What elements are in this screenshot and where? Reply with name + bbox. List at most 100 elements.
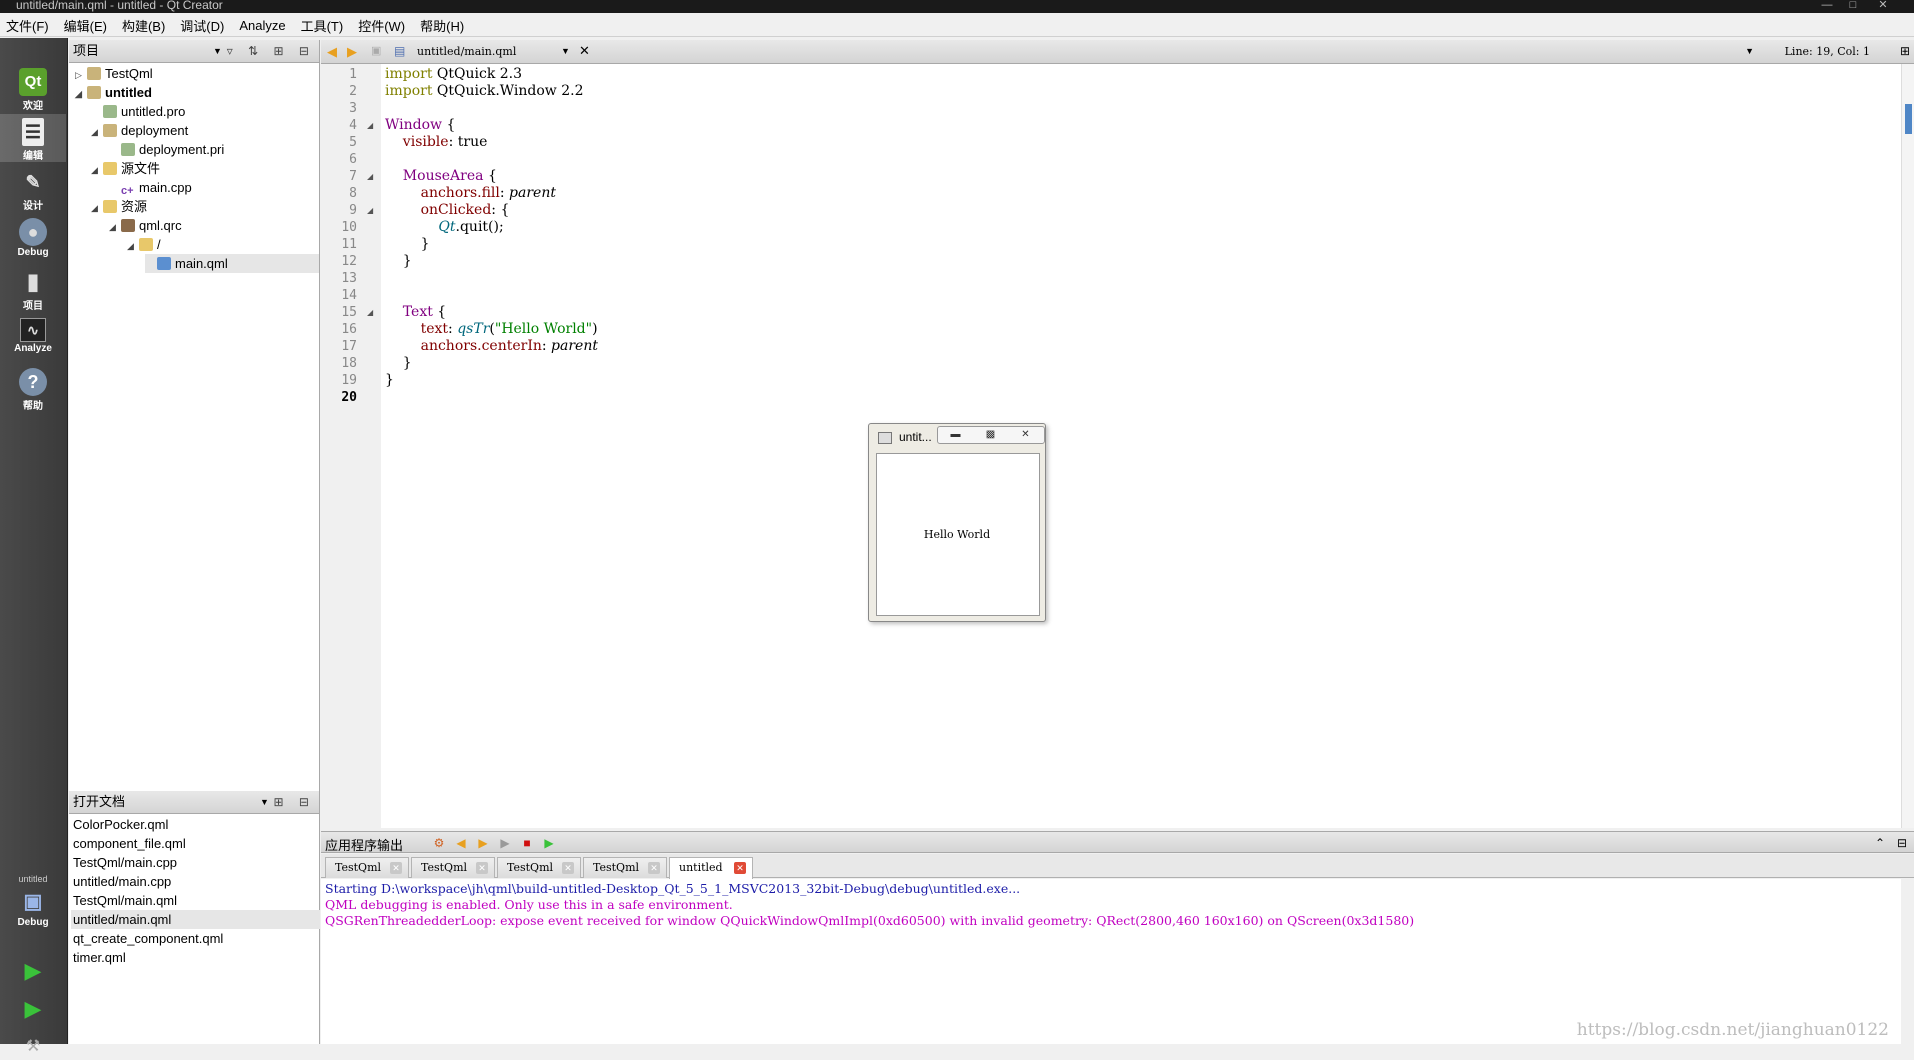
hello-world-text: Hello World bbox=[923, 528, 991, 541]
build-hammer-icon[interactable]: ⚒ bbox=[20, 1034, 46, 1060]
tree-item-untitled-pro[interactable]: untitled.pro bbox=[91, 102, 185, 121]
tree-item-qml-qrc[interactable]: ◢ qml.qrc bbox=[109, 216, 182, 235]
fold-marker-icon[interactable]: ◢ bbox=[367, 304, 373, 321]
menu-debug[interactable]: 调试(D) bbox=[180, 16, 224, 35]
expanded-arrow-icon: ◢ bbox=[127, 241, 134, 251]
chevron-down-icon[interactable]: ▼ bbox=[561, 46, 570, 56]
lock-icon: ▣ bbox=[371, 45, 382, 57]
tree-item-root-prefix[interactable]: ◢ / bbox=[127, 235, 161, 254]
attach-debugger-icon[interactable]: ⚙ bbox=[431, 835, 447, 851]
close-icon[interactable]: ✕ bbox=[1008, 427, 1043, 442]
mode-welcome[interactable]: Qt 欢迎 bbox=[0, 64, 66, 112]
output-tab-selected[interactable]: untitled ✕ bbox=[669, 857, 753, 879]
fold-marker-icon[interactable]: ◢ bbox=[367, 117, 373, 134]
editor-scrollbar[interactable] bbox=[1901, 64, 1914, 828]
open-doc-item[interactable]: TestQml/main.cpp bbox=[71, 853, 320, 872]
tree-item-sources[interactable]: ◢ 源文件 bbox=[91, 159, 160, 178]
code-line: anchors.fill: parent bbox=[385, 185, 556, 201]
fold-marker-icon[interactable]: ◢ bbox=[367, 202, 373, 219]
close-pane-icon[interactable]: ⊟ bbox=[1894, 835, 1910, 851]
close-tab-icon[interactable]: ✕ bbox=[648, 862, 660, 874]
tree-item-testqml[interactable]: ▷ TestQml bbox=[75, 64, 153, 83]
debug-run-icon[interactable]: ▶ bbox=[20, 996, 46, 1022]
fold-marker-icon[interactable]: ◢ bbox=[367, 168, 373, 185]
split-icon[interactable]: ⊞ bbox=[1900, 44, 1910, 58]
menu-analyze[interactable]: Analyze bbox=[239, 18, 285, 33]
tree-item-main-qml[interactable]: main.qml bbox=[145, 254, 319, 273]
open-doc-item[interactable]: timer.qml bbox=[71, 948, 320, 967]
output-console[interactable]: Starting D:\workspace\jh\qml\build-untit… bbox=[321, 879, 1901, 1044]
pane-tools[interactable]: ▿ ⇅ ⊞ ⊟ bbox=[227, 40, 315, 62]
mode-analyze[interactable]: ∿ Analyze bbox=[0, 314, 66, 362]
open-doc-item[interactable]: component_file.qml bbox=[71, 834, 320, 853]
chevron-down-icon[interactable]: ▼ bbox=[1745, 46, 1754, 56]
mode-edit[interactable]: ☰ 编辑 bbox=[0, 114, 66, 162]
kit-selector[interactable]: untitled ▣ Debug bbox=[0, 870, 66, 930]
open-doc-item-selected[interactable]: untitled/main.qml bbox=[71, 910, 320, 929]
editor-toolbar: ◀ ▶ ▣ ▤ untitled/main.qml ▼ ✕ ▼ Line: 19… bbox=[321, 40, 1914, 64]
mode-projects[interactable]: ▮ 项目 bbox=[0, 264, 66, 312]
line-number: 3 bbox=[349, 101, 357, 116]
open-doc-item[interactable]: qt_create_component.qml bbox=[71, 929, 320, 948]
pane-tools[interactable]: ⊞ ⊟ bbox=[274, 791, 315, 813]
output-tab[interactable]: TestQml ✕ bbox=[411, 857, 495, 878]
running-app-window[interactable]: untit... ▬ ▩ ✕ Hello World bbox=[868, 423, 1046, 622]
mode-debug[interactable]: ● Debug bbox=[0, 214, 66, 262]
maximize-icon[interactable]: □ bbox=[1844, 0, 1862, 12]
line-number: 8 bbox=[349, 186, 357, 201]
menu-help[interactable]: 帮助(H) bbox=[420, 16, 464, 35]
menu-build[interactable]: 构建(B) bbox=[122, 16, 165, 35]
qrc-file-icon bbox=[121, 219, 135, 232]
edit-document-icon: ☰ bbox=[22, 118, 44, 146]
scroll-marker bbox=[1905, 104, 1912, 134]
debug-run-icon[interactable]: ▶ bbox=[541, 835, 557, 851]
code-editor[interactable]: import QtQuick 2.3 import QtQuick.Window… bbox=[381, 64, 1901, 828]
forward-arrow-icon[interactable]: ▶ bbox=[347, 44, 357, 60]
rerun-icon[interactable]: ▶ bbox=[497, 835, 513, 851]
previous-icon[interactable]: ◀ bbox=[453, 835, 469, 851]
menu-widgets[interactable]: 控件(W) bbox=[358, 16, 405, 35]
chevron-down-icon[interactable]: ▼ bbox=[260, 791, 269, 813]
next-icon[interactable]: ▶ bbox=[475, 835, 491, 851]
maximize-pane-icon[interactable]: ⌃ bbox=[1872, 835, 1888, 851]
close-tab-icon[interactable]: ✕ bbox=[734, 862, 746, 874]
close-tab-icon[interactable]: ✕ bbox=[390, 862, 402, 874]
tree-item-deployment-pri[interactable]: deployment.pri bbox=[109, 140, 224, 159]
cpp-file-icon: c+ bbox=[121, 185, 134, 197]
code-line: onClicked: { bbox=[385, 202, 510, 218]
tree-item-resources[interactable]: ◢ 资源 bbox=[91, 197, 147, 216]
close-tab-icon[interactable]: ✕ bbox=[476, 862, 488, 874]
restore-icon[interactable]: ▩ bbox=[973, 427, 1008, 442]
minimize-icon[interactable]: ▬ bbox=[938, 427, 973, 442]
folder-icon bbox=[139, 238, 153, 251]
chevron-down-icon[interactable]: ▼ bbox=[213, 40, 222, 62]
app-window-content[interactable]: Hello World bbox=[876, 453, 1040, 616]
code-line: Window { bbox=[385, 117, 456, 133]
menu-file[interactable]: 文件(F) bbox=[6, 16, 49, 35]
stop-icon[interactable]: ■ bbox=[519, 835, 535, 851]
output-line: QSGRenThreadedderLoop: expose event rece… bbox=[325, 913, 1415, 928]
output-tab[interactable]: TestQml ✕ bbox=[497, 857, 581, 878]
app-window-title: untit... bbox=[899, 430, 932, 444]
menu-tools[interactable]: 工具(T) bbox=[301, 16, 344, 35]
tree-item-deployment[interactable]: ◢ deployment bbox=[91, 121, 188, 140]
tree-item-main-cpp[interactable]: c+ main.cpp bbox=[109, 178, 192, 197]
mode-design[interactable]: ✎ 设计 bbox=[0, 164, 66, 212]
minimize-icon[interactable]: — bbox=[1818, 0, 1836, 12]
menu-edit[interactable]: 编辑(E) bbox=[64, 16, 107, 35]
expanded-arrow-icon: ◢ bbox=[91, 203, 98, 213]
close-icon[interactable]: ✕ bbox=[1874, 0, 1892, 12]
editor-file-name[interactable]: untitled/main.qml bbox=[417, 45, 516, 58]
project-tree-pane: 项目 ▼ ▿ ⇅ ⊞ ⊟ ▷ TestQml ◢ untitled untitled… bbox=[69, 40, 320, 793]
run-icon[interactable]: ▶ bbox=[20, 958, 46, 984]
open-doc-item[interactable]: ColorPocker.qml bbox=[71, 815, 320, 834]
close-document-icon[interactable]: ✕ bbox=[579, 43, 590, 59]
open-doc-item[interactable]: TestQml/main.qml bbox=[71, 891, 320, 910]
mode-help[interactable]: ? 帮助 bbox=[0, 364, 66, 412]
tree-item-untitled[interactable]: ◢ untitled bbox=[75, 83, 152, 102]
output-tab[interactable]: TestQml ✕ bbox=[325, 857, 409, 878]
output-tab[interactable]: TestQml ✕ bbox=[583, 857, 667, 878]
open-doc-item[interactable]: untitled/main.cpp bbox=[71, 872, 320, 891]
close-tab-icon[interactable]: ✕ bbox=[562, 862, 574, 874]
back-arrow-icon[interactable]: ◀ bbox=[327, 44, 337, 60]
